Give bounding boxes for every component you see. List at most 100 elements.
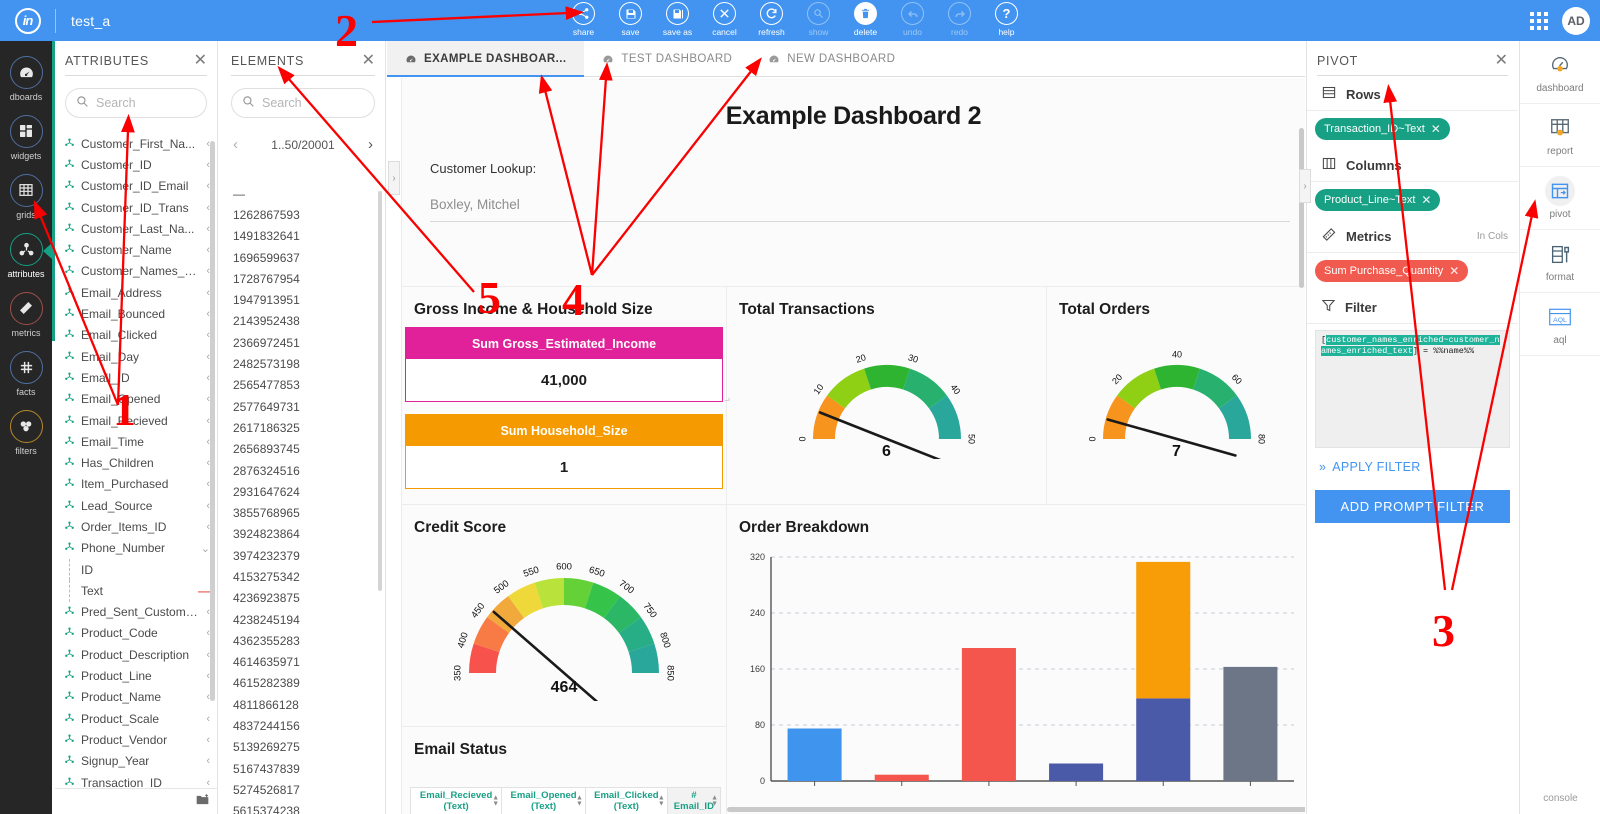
rail-item-facts[interactable]: facts	[0, 344, 52, 403]
column-header[interactable]: Email_Clicked (Text) ▲ ▼	[584, 787, 668, 814]
rail-item-metrics[interactable]: metrics	[0, 285, 52, 344]
attribute-row[interactable]: Product_Line ‹	[55, 665, 218, 686]
tab-test-dashboard[interactable]: TEST DASHBOARD	[584, 41, 750, 76]
attributes-scrollbar[interactable]	[210, 141, 215, 701]
elements-scrollbar[interactable]	[378, 191, 382, 591]
attribute-row[interactable]: Email_Opened ‹	[55, 389, 218, 410]
column-header[interactable]: # Email_ID ▲ ▼	[666, 787, 722, 814]
attribute-row[interactable]: Order_Items_ID ‹	[55, 516, 218, 537]
kpi-gross-income[interactable]: Sum Gross_Estimated_Income 41,000	[405, 327, 723, 402]
element-row[interactable]: 1728767954	[221, 268, 384, 289]
attribute-row[interactable]: Product_Code ‹	[55, 623, 218, 644]
element-row[interactable]: 5167437839	[221, 758, 384, 779]
remove-chip-icon[interactable]: ✕	[1421, 193, 1431, 207]
rail-item-dboards[interactable]: dboards	[0, 49, 52, 108]
add-prompt-filter-button[interactable]: ADD PROMPT FILTER	[1315, 490, 1510, 523]
chevron-left-icon[interactable]: ‹	[206, 734, 210, 746]
element-row[interactable]: 2565477853	[221, 375, 384, 396]
element-row[interactable]: 2482573198	[221, 353, 384, 374]
element-row[interactable]: 4614635971	[221, 652, 384, 673]
pivot-chip-metrics[interactable]: Sum Purchase_Quantity ✕	[1315, 260, 1469, 282]
attribute-row[interactable]: Email_Day ‹	[55, 346, 218, 367]
close-icon[interactable]: ✕	[194, 53, 207, 69]
sort-icon[interactable]: ▲ ▼	[492, 795, 499, 809]
attribute-row[interactable]: Customer_ID ‹	[55, 154, 218, 175]
avatar[interactable]: AD	[1562, 6, 1590, 35]
attributes-search[interactable]	[65, 88, 207, 118]
element-row[interactable]: 4236923875	[221, 588, 384, 609]
element-row[interactable]: 1262867593	[221, 204, 384, 225]
delete-button[interactable]: delete	[842, 0, 889, 41]
chart-horizontal-scrollbar[interactable]	[727, 807, 1305, 812]
share-button[interactable]: share	[560, 0, 607, 41]
rail-item-attributes[interactable]: attributes	[0, 226, 53, 285]
element-row[interactable]: 4362355283	[221, 630, 384, 651]
attribute-row[interactable]: Product_Vendor ‹	[55, 729, 218, 750]
attribute-row[interactable]: Lead_Source ‹	[55, 495, 218, 516]
chevron-down-icon[interactable]: ⌄	[201, 542, 210, 555]
element-row[interactable]: 4837244156	[221, 715, 384, 736]
attribute-row[interactable]: Customer_Last_Na... ‹	[55, 218, 218, 239]
close-icon[interactable]: ✕	[1495, 53, 1508, 69]
email-status-table[interactable]: Email_Recieved (Text) ▲ ▼ Email_Opened (Text)…	[409, 787, 722, 814]
pivot-chip-rows[interactable]: Transaction_ID~Text ✕	[1315, 118, 1450, 140]
attribute-row[interactable]: Phone_Number ⌄	[55, 538, 218, 559]
attribute-row[interactable]: Customer_ID_Trans ‹	[55, 197, 218, 218]
remove-chip-icon[interactable]: ✕	[1449, 264, 1459, 278]
attribute-row[interactable]: Has_Children ‹	[55, 452, 218, 473]
chevron-left-icon[interactable]: ‹	[206, 777, 210, 788]
attribute-row[interactable]: Product_Description ‹	[55, 644, 218, 665]
element-row[interactable]: 4811866128	[221, 694, 384, 715]
element-row[interactable]: 2656893745	[221, 439, 384, 460]
filter-expression-box[interactable]: [customer_names_enriched~customer_names_…	[1315, 330, 1510, 448]
attribute-row[interactable]: Email_Clicked ‹	[55, 325, 218, 346]
tab-example-dashboard[interactable]: EXAMPLE DASHBOAR...	[387, 41, 585, 77]
pivot-columns-section[interactable]: Columns	[1307, 147, 1518, 182]
attribute-row[interactable]: Email_Bounced ‹	[55, 303, 218, 324]
remove-chip-icon[interactable]: ✕	[1431, 122, 1441, 136]
search-input[interactable]	[96, 96, 196, 110]
save-button[interactable]: save	[607, 0, 654, 41]
element-row[interactable]: 1491832641	[221, 226, 384, 247]
next-page-icon[interactable]: ›	[368, 136, 373, 153]
column-header[interactable]: Email_Recieved (Text) ▲ ▼	[409, 787, 503, 814]
attribute-row[interactable]: Product_Scale ‹	[55, 708, 218, 729]
prev-page-icon[interactable]: ‹	[233, 136, 238, 153]
help-button[interactable]: ? help	[983, 0, 1030, 41]
column-header[interactable]: Email_Opened (Text) ▲ ▼	[501, 787, 586, 814]
sort-icon[interactable]: ▲ ▼	[658, 795, 665, 809]
attribute-row[interactable]: Email_ID ‹	[55, 367, 218, 388]
kpi-household-size[interactable]: Sum Household_Size 1	[405, 414, 723, 489]
app-logo[interactable]: in	[0, 0, 55, 41]
redo-button[interactable]: redo	[936, 0, 983, 41]
element-row[interactable]: —	[221, 183, 384, 204]
rail-item-grids[interactable]: grids	[0, 167, 52, 226]
pivot-metrics-section[interactable]: Metrics In Cols	[1307, 218, 1518, 253]
attribute-row[interactable]: Item_Purchased ‹	[55, 474, 218, 495]
element-row[interactable]: 3924823864	[221, 524, 384, 545]
attribute-child-row[interactable]: ID	[55, 558, 218, 581]
elements-search[interactable]	[231, 88, 375, 118]
attribute-row[interactable]: Email_Time ‹	[55, 431, 218, 452]
pivot-collapse-handle[interactable]: ›	[1299, 169, 1311, 203]
left-collapse-handle[interactable]: ›	[388, 161, 400, 195]
attribute-row[interactable]: Email_Address ‹	[55, 282, 218, 303]
apply-filter-button[interactable]: » APPLY FILTER	[1307, 448, 1518, 474]
attribute-child-row[interactable]: Text —	[55, 580, 218, 602]
right-rail-item-pivot[interactable]: pivot	[1520, 167, 1600, 230]
element-row[interactable]: 5139269275	[221, 737, 384, 758]
new-folder-icon[interactable]	[195, 793, 210, 810]
element-row[interactable]: 2366972451	[221, 332, 384, 353]
attribute-row[interactable]: Customer_First_Na... ‹	[55, 133, 218, 154]
apps-grid-icon[interactable]	[1530, 11, 1548, 30]
customer-lookup-value[interactable]: Boxley, Mitchel	[430, 197, 1305, 212]
attribute-row[interactable]: Signup_Year ‹	[55, 751, 218, 772]
element-row[interactable]: 2876324516	[221, 460, 384, 481]
refresh-button[interactable]: refresh	[748, 0, 795, 41]
attribute-row[interactable]: Pred_Sent_Custome... ‹	[55, 602, 218, 623]
search-input[interactable]	[262, 96, 364, 110]
right-rail-item-aql[interactable]: AQL aql	[1520, 293, 1600, 356]
pivot-rows-section[interactable]: Rows	[1307, 76, 1518, 111]
tab-new-dashboard[interactable]: NEW DASHBOARD	[750, 41, 913, 76]
attribute-row[interactable]: Product_Name ‹	[55, 687, 218, 708]
